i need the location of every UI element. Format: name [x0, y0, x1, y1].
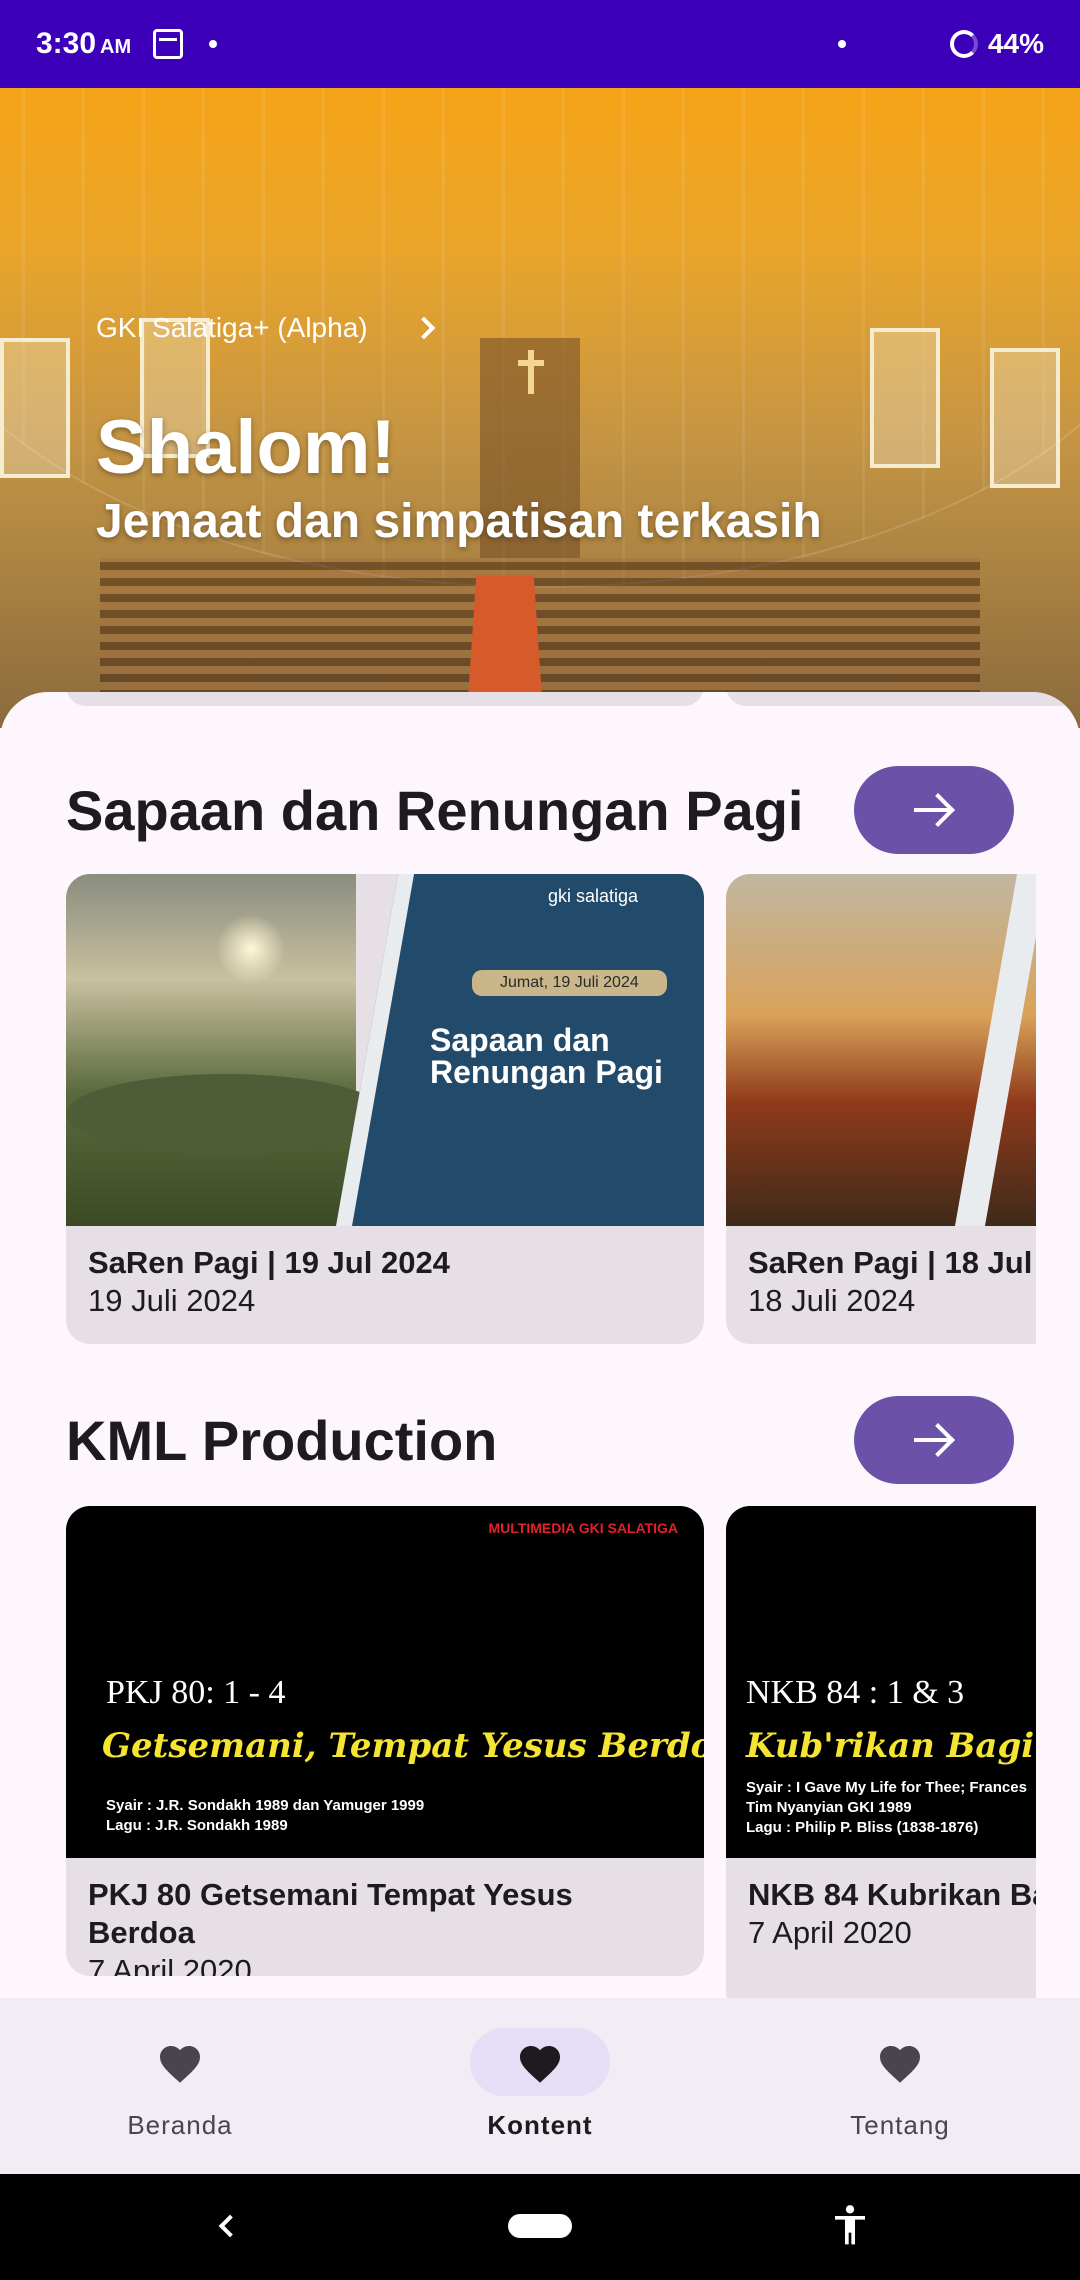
- notification-dot-icon: [838, 40, 846, 48]
- thumbnail-song: Kub'rikan Bagimu: [746, 1726, 1036, 1766]
- thumbnail-credit: Syair : I Gave My Life for Thee; Frances…: [746, 1779, 1027, 1836]
- hero-title: Shalom!: [96, 405, 396, 490]
- card-thumbnail: gki salatiga Jumat, 19 Juli 2024 Sapaan …: [66, 874, 704, 1226]
- thumbnail-date: Jumat, 19 Juli 2024: [472, 970, 667, 996]
- thumbnail-logo: gki salatiga: [548, 886, 639, 906]
- nav-item-beranda[interactable]: Beranda: [0, 1998, 360, 2174]
- thumbnail-logo: MULTIMEDIA GKI SALATIGA: [488, 1520, 679, 1536]
- home-icon[interactable]: [508, 2214, 572, 2238]
- hero-banner: GKI Salatiga+ (Alpha) Shalom! Jemaat dan…: [0, 88, 1080, 728]
- hero-image-window: [0, 338, 70, 478]
- nav-label: Beranda: [127, 2110, 233, 2140]
- peek-card[interactable]: [66, 692, 704, 706]
- accessibility-icon[interactable]: [830, 2204, 870, 2248]
- card-carousel[interactable]: gki salatiga Jumat, 19 Juli 2024 Sapaan …: [0, 874, 1036, 1344]
- content-sheet: Sapaan dan Renungan Pagi gki salatiga Ju…: [0, 692, 1080, 1998]
- card-date: 7 April 2020: [88, 1953, 252, 1976]
- hero-subtitle: Jemaat dan simpatisan terkasih: [96, 495, 822, 548]
- card-title: PKJ 80 Getsemani Tempat Yesus Berdoa: [88, 1877, 573, 1950]
- notification-dot-icon: [209, 40, 218, 48]
- calendar-icon: [153, 29, 184, 59]
- heart-icon: [160, 2046, 200, 2083]
- see-more-button[interactable]: [854, 1396, 1014, 1484]
- heart-icon: [880, 2046, 920, 2083]
- chevron-right-icon: [412, 316, 435, 340]
- cross-icon: [518, 350, 544, 394]
- card-title: SaRen Pagi | 18 Jul 2024: [748, 1245, 1036, 1280]
- content-card[interactable]: gki salatiga Jumat, 19 Juli 2024 Sapaan …: [66, 874, 704, 1344]
- card-thumbnail: MULTIMEDIA GKI SALATIGA PKJ 80: 1 - 4 Ge…: [66, 1506, 704, 1858]
- heart-icon: [520, 2046, 560, 2083]
- nav-item-kontent[interactable]: Kontent: [360, 1998, 720, 2174]
- arrow-right-icon: [914, 1424, 954, 1456]
- thumbnail-heading: Sapaan dan Renungan Pagi: [430, 1022, 663, 1090]
- card-title: NKB 84 Kubrikan Bagimu Ku: [748, 1877, 1036, 1912]
- thumbnail-song: Getsemani, Tempat Yesus Berdoa: [102, 1726, 704, 1766]
- back-icon[interactable]: [218, 2214, 242, 2238]
- breadcrumb-label: GKI Salatiga+ (Alpha): [96, 312, 368, 343]
- card-thumbnail: [726, 874, 1036, 1226]
- card-date: 18 Juli 2024: [748, 1283, 916, 1318]
- section-title: KML Production: [66, 1409, 498, 1472]
- app-breadcrumb[interactable]: GKI Salatiga+ (Alpha): [96, 312, 435, 344]
- status-time: 3:30 AM: [36, 27, 132, 60]
- system-navigation-bar: [0, 2174, 1080, 2280]
- card-date: 7 April 2020: [748, 1915, 912, 1950]
- bottom-navigation: Beranda Kontent Tentang: [0, 1998, 1080, 2174]
- nav-label: Tentang: [850, 2110, 950, 2140]
- battery-percent: 44%: [987, 28, 1044, 59]
- thumbnail-code: PKJ 80: 1 - 4: [106, 1674, 286, 1711]
- thumbnail-code: NKB 84 : 1 & 3: [746, 1674, 965, 1711]
- card-thumbnail: NKB 84 : 1 & 3 Kub'rikan Bagimu Syair : …: [726, 1506, 1036, 1858]
- hero-image-window: [990, 348, 1060, 488]
- peek-card[interactable]: [726, 692, 1080, 706]
- content-card[interactable]: NKB 84 : 1 & 3 Kub'rikan Bagimu Syair : …: [726, 1506, 1036, 1998]
- see-more-button[interactable]: [854, 766, 1014, 854]
- battery-icon: [949, 30, 978, 58]
- card-title: SaRen Pagi | 19 Jul 2024: [88, 1245, 450, 1280]
- content-card[interactable]: SaRen Pagi | 18 Jul 2024 18 Juli 2024: [726, 874, 1036, 1344]
- status-bar: 3:30 AM 44%: [0, 0, 1080, 88]
- card-carousel[interactable]: MULTIMEDIA GKI SALATIGA PKJ 80: 1 - 4 Ge…: [0, 1506, 1036, 1998]
- content-card[interactable]: MULTIMEDIA GKI SALATIGA PKJ 80: 1 - 4 Ge…: [66, 1506, 704, 1976]
- section-title: Sapaan dan Renungan Pagi: [66, 779, 804, 842]
- arrow-right-icon: [914, 794, 954, 826]
- nav-item-tentang[interactable]: Tentang: [720, 1998, 1080, 2174]
- thumbnail-credit: Syair : J.R. Sondakh 1989 dan Yamuger 19…: [106, 1797, 425, 1834]
- card-date: 19 Juli 2024: [88, 1283, 256, 1318]
- hero-image-window: [870, 328, 940, 468]
- nav-label: Kontent: [487, 2110, 593, 2140]
